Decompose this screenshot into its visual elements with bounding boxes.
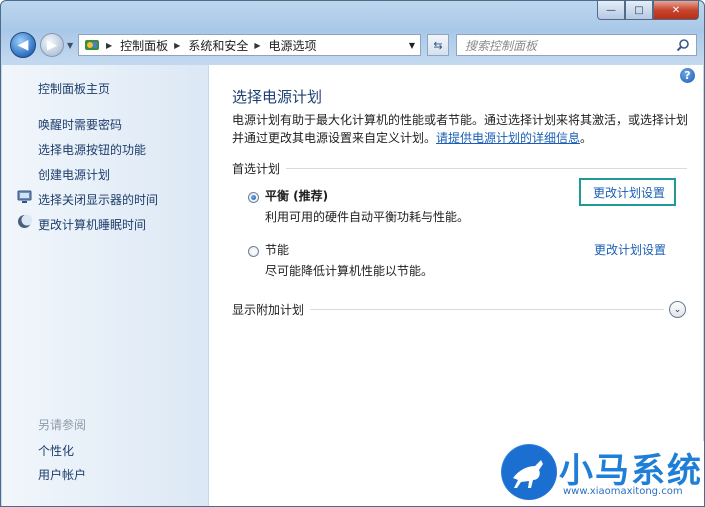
- horse-logo-icon: [501, 444, 557, 500]
- address-bar[interactable]: ▶ 控制面板 ▶ 系统和安全 ▶ 电源选项 ▼: [78, 34, 421, 56]
- additional-plans-heading[interactable]: 显示附加计划: [232, 301, 304, 318]
- additional-plans-section: 显示附加计划: [232, 301, 664, 317]
- breadcrumb-separator: ▶: [106, 40, 113, 50]
- description: 电源计划有助于最大化计算机的性能或者节能。通过选择计划来将其激活，或选择计划 并…: [232, 111, 697, 147]
- sidebar: 控制面板主页 唤醒时需要密码 选择电源按钮的功能 创建电源计划 选择关闭显示器的…: [2, 65, 209, 506]
- forward-button[interactable]: ▶: [40, 33, 64, 57]
- preferred-plans-heading: 首选计划: [232, 161, 281, 176]
- recent-pages-dropdown[interactable]: ▼: [67, 41, 73, 50]
- close-button[interactable]: ✕: [653, 1, 699, 20]
- plan-radio-power-saver[interactable]: [248, 246, 259, 257]
- plan-name-balanced[interactable]: 平衡 (推荐): [265, 187, 328, 204]
- moon-icon: [18, 214, 32, 228]
- help-icon[interactable]: ?: [680, 68, 695, 83]
- sidebar-link-sleep-time[interactable]: 更改计算机睡眠时间: [38, 216, 146, 233]
- monitor-icon: [17, 190, 32, 203]
- back-button[interactable]: ◀: [10, 32, 36, 58]
- divider: [286, 167, 687, 169]
- plan-desc-power-saver: 尽可能降低计算机性能以节能。: [265, 264, 434, 278]
- watermark-url: www.xiaomaxitong.com: [563, 486, 683, 497]
- window-controls: — □ ✕: [597, 1, 699, 20]
- search-box[interactable]: [456, 34, 697, 56]
- address-dropdown-icon[interactable]: ▼: [409, 41, 415, 50]
- watermark-text: 小马系统: [559, 451, 703, 491]
- sidebar-link-power-buttons[interactable]: 选择电源按钮的功能: [38, 141, 146, 158]
- description-suffix: 。: [580, 131, 593, 145]
- plan-name-power-saver[interactable]: 节能: [265, 241, 289, 258]
- breadcrumb-control-panel[interactable]: 控制面板: [120, 37, 168, 54]
- control-panel-icon: [85, 40, 99, 50]
- power-options-window: — □ ✕ ◀ ▶ ▼ ▶ 控制面板 ▶ 系统和安全 ▶ 电源选项 ▼ ⇆ 搜索…: [0, 0, 705, 507]
- watermark-logo: 小马系统 www.xiaomaxitong.com: [497, 441, 704, 506]
- navigation-bar: ◀ ▶ ▼ ▶ 控制面板 ▶ 系统和安全 ▶ 电源选项 ▼ ⇆: [1, 29, 704, 61]
- change-plan-settings-power-saver[interactable]: 更改计划设置: [594, 241, 666, 258]
- divider: [310, 308, 664, 310]
- sidebar-link-personalization[interactable]: 个性化: [38, 442, 74, 459]
- sidebar-link-wake-password[interactable]: 唤醒时需要密码: [38, 116, 122, 133]
- breadcrumb-power-options[interactable]: 电源选项: [269, 37, 317, 54]
- chevron-down-icon[interactable]: ⌄: [669, 301, 686, 318]
- minimize-button[interactable]: —: [597, 1, 625, 20]
- sidebar-link-user-accounts[interactable]: 用户帐户: [38, 466, 86, 483]
- title-bar: — □ ✕: [1, 1, 704, 25]
- change-plan-settings-balanced[interactable]: 更改计划设置: [579, 178, 677, 206]
- description-text: 并通过更改其电源设置来自定义计划。: [232, 131, 437, 145]
- refresh-button[interactable]: ⇆: [427, 34, 449, 56]
- sidebar-home-link[interactable]: 控制面板主页: [38, 80, 110, 97]
- see-also-heading: 另请参阅: [38, 418, 87, 432]
- breadcrumb-separator: ▶: [174, 40, 181, 50]
- search-input[interactable]: [463, 36, 667, 56]
- description-line-2: 并通过更改其电源设置来自定义计划。请提供电源计划的详细信息。: [232, 129, 697, 147]
- page-title: 选择电源计划: [232, 88, 323, 106]
- maximize-button[interactable]: □: [625, 1, 653, 20]
- plan-details-link[interactable]: 请提供电源计划的详细信息: [436, 131, 580, 145]
- plan-desc-balanced: 利用可用的硬件自动平衡功耗与性能。: [265, 210, 470, 224]
- breadcrumb-separator: ▶: [254, 40, 261, 50]
- search-icon[interactable]: [676, 38, 690, 52]
- description-line-1: 电源计划有助于最大化计算机的性能或者节能。通过选择计划来将其激活，或选择计划: [232, 113, 689, 127]
- breadcrumb-system-security[interactable]: 系统和安全: [188, 37, 248, 54]
- sidebar-link-display-off[interactable]: 选择关闭显示器的时间: [38, 191, 158, 208]
- plan-radio-balanced[interactable]: [248, 192, 259, 203]
- preferred-plans-section: 首选计划: [232, 160, 687, 176]
- sidebar-link-create-plan[interactable]: 创建电源计划: [38, 166, 110, 183]
